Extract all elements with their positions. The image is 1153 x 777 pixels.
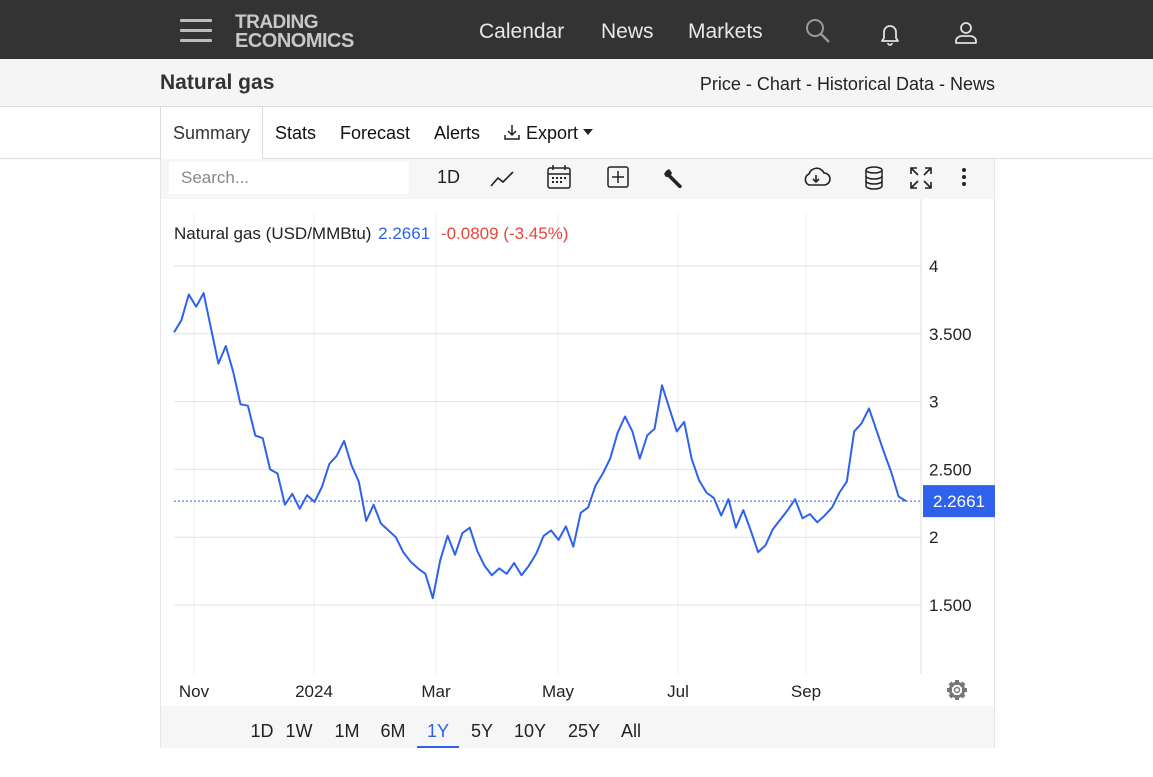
- legend-price: 2.2661: [378, 224, 431, 243]
- x-tick-label: Jul: [667, 682, 689, 701]
- x-tick-label: Nov: [179, 682, 210, 701]
- bell-icon[interactable]: [877, 22, 903, 48]
- range-5y[interactable]: 5Y: [467, 706, 497, 748]
- tab-export[interactable]: Export: [503, 107, 594, 159]
- tab-bar: Summary Stats Forecast Alerts Export: [0, 107, 1153, 160]
- y-tick-label: 3.500: [929, 325, 972, 344]
- range-1m[interactable]: 1M: [331, 706, 363, 748]
- legend-change: -0.0809 (-3.45%): [440, 224, 569, 243]
- crumb-separator: -: [933, 74, 950, 94]
- crumb-separator: -: [740, 74, 757, 94]
- range-1d[interactable]: 1D: [241, 706, 283, 748]
- page-title: Natural gas: [160, 71, 275, 94]
- fullscreen-icon[interactable]: [908, 163, 934, 193]
- range-selector: 1D 1W 1M 6M 1Y 5Y 10Y 25Y All: [160, 706, 995, 748]
- settings-gear-icon[interactable]: [947, 680, 967, 700]
- crumb-historical-data[interactable]: Historical Data: [817, 74, 934, 94]
- range-1y[interactable]: 1Y: [417, 706, 459, 748]
- range-all[interactable]: All: [617, 706, 645, 748]
- nav-markets[interactable]: Markets: [688, 20, 763, 44]
- price-chart[interactable]: 4 3.500 3 2.500 2 1.500 Nov 2024 Mar May Jul Sep 2.2…: [160, 199, 995, 706]
- menu-icon[interactable]: [180, 19, 212, 45]
- page-header: Natural gas Price - Chart - Historical D…: [0, 59, 1153, 107]
- y-tick-label: 3: [929, 393, 938, 412]
- nav-news[interactable]: News: [601, 20, 654, 44]
- search-input[interactable]: [169, 162, 409, 194]
- crumb-news[interactable]: News: [950, 74, 995, 94]
- price-series-line[interactable]: [173, 292, 907, 600]
- tab-forecast[interactable]: Forecast: [340, 107, 410, 159]
- caret-down-icon: [583, 129, 594, 135]
- y-tick-label: 1.500: [929, 596, 972, 615]
- nav-calendar[interactable]: Calendar: [479, 20, 564, 44]
- chart-canvas[interactable]: 4 3.500 3 2.500 2 1.500 Nov 2024 Mar May Jul Sep 2.2…: [161, 199, 996, 706]
- x-tick-label: May: [542, 682, 575, 701]
- logo-line-2: ECONOMICS: [235, 30, 354, 52]
- interval-button[interactable]: 1D: [437, 162, 460, 192]
- range-1w[interactable]: 1W: [285, 706, 313, 748]
- calendar-icon[interactable]: [546, 162, 572, 192]
- wrench-icon[interactable]: [662, 164, 686, 194]
- search-icon[interactable]: [805, 18, 831, 44]
- tab-summary[interactable]: Summary: [160, 107, 263, 160]
- database-icon[interactable]: [863, 163, 885, 193]
- cloud-download-icon[interactable]: [801, 163, 831, 193]
- breadcrumb: Price - Chart - Historical Data - News: [700, 74, 995, 95]
- x-tick-label: Mar: [421, 682, 451, 701]
- more-icon[interactable]: [956, 163, 972, 193]
- crumb-price[interactable]: Price: [700, 74, 741, 94]
- last-price-label: 2.2661: [933, 492, 985, 511]
- crumb-separator: -: [800, 74, 817, 94]
- export-label: Export: [526, 123, 579, 143]
- add-indicator-icon[interactable]: [606, 162, 630, 192]
- range-6m[interactable]: 6M: [377, 706, 409, 748]
- y-tick-label: 4: [929, 257, 938, 276]
- x-tick-label: Sep: [791, 682, 821, 701]
- legend-series-name: Natural gas (USD/MMBtu): [174, 224, 372, 243]
- x-tick-label: 2024: [295, 682, 333, 701]
- logo[interactable]: TRADING ECONOMICS: [235, 13, 354, 52]
- download-icon: [504, 125, 520, 140]
- chart-toolbar: 1D: [160, 159, 995, 199]
- user-icon[interactable]: [953, 20, 979, 46]
- line-chart-icon[interactable]: [489, 164, 515, 194]
- range-10y[interactable]: 10Y: [510, 706, 550, 748]
- range-25y[interactable]: 25Y: [563, 706, 605, 748]
- y-tick-label: 2.500: [929, 460, 972, 479]
- y-tick-label: 2: [929, 528, 938, 547]
- crumb-chart[interactable]: Chart: [757, 74, 801, 94]
- tab-alerts[interactable]: Alerts: [434, 107, 480, 159]
- chart-legend: Natural gas (USD/MMBtu) 2.2661 -0.0809 (…: [174, 224, 568, 244]
- top-navigation-bar: TRADING ECONOMICS Calendar News Markets: [0, 0, 1153, 59]
- tab-stats[interactable]: Stats: [275, 107, 316, 159]
